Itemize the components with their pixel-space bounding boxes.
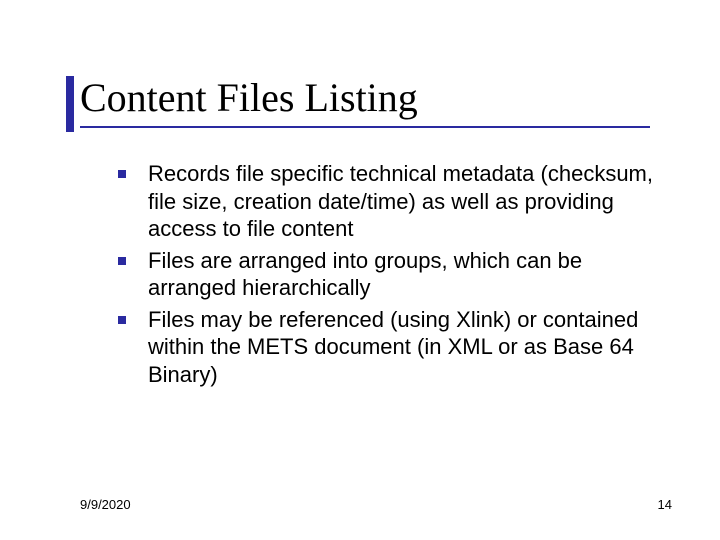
bullet-text: Records file specific technical metadata… <box>148 161 653 241</box>
square-bullet-icon <box>118 170 126 178</box>
footer-page-number: 14 <box>658 497 672 512</box>
bullet-list: Records file specific technical metadata… <box>110 160 660 388</box>
slide-body: Records file specific technical metadata… <box>110 160 660 392</box>
list-item: Files may be referenced (using Xlink) or… <box>110 306 660 389</box>
slide: Content Files Listing Records file speci… <box>0 0 720 540</box>
bullet-text: Files may be referenced (using Xlink) or… <box>148 307 638 387</box>
slide-title: Content Files Listing <box>80 76 680 126</box>
square-bullet-icon <box>118 257 126 265</box>
title-accent-bar <box>66 76 74 132</box>
square-bullet-icon <box>118 316 126 324</box>
title-underline <box>80 126 650 128</box>
title-container: Content Files Listing <box>80 76 680 126</box>
list-item: Files are arranged into groups, which ca… <box>110 247 660 302</box>
bullet-text: Files are arranged into groups, which ca… <box>148 248 582 301</box>
list-item: Records file specific technical metadata… <box>110 160 660 243</box>
footer-date: 9/9/2020 <box>80 497 131 512</box>
